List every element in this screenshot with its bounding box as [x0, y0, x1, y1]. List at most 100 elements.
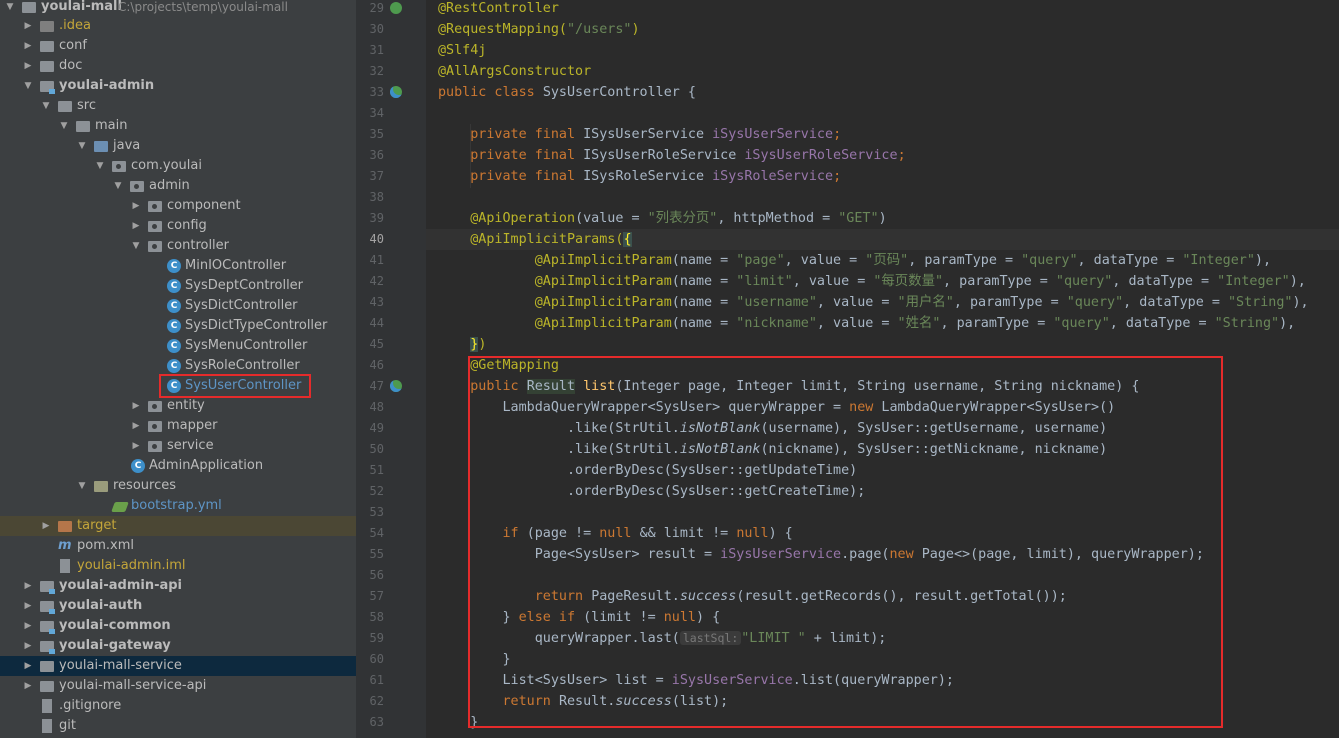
- tree-item-main[interactable]: ▼ main: [0, 116, 356, 136]
- chevron-down-icon[interactable]: ▼: [94, 156, 106, 176]
- java-class-icon: C: [167, 359, 181, 373]
- chevron-right-icon[interactable]: ▶: [22, 656, 34, 676]
- tree-item-bootstrap-yml[interactable]: bootstrap.yml: [0, 496, 356, 516]
- tree-item-mapper[interactable]: ▶ mapper: [0, 416, 356, 436]
- tree-item-label: youlai-admin: [59, 78, 155, 93]
- tree-item-git[interactable]: git: [0, 716, 356, 736]
- package-icon: [112, 161, 126, 172]
- tree-item-entity[interactable]: ▶ entity: [0, 396, 356, 416]
- line-number: 37: [369, 169, 384, 183]
- tree-item-com-youlai[interactable]: ▼ com.youlai: [0, 156, 356, 176]
- line-number: 63: [369, 715, 384, 729]
- spring-endpoint-icon[interactable]: [390, 380, 402, 392]
- tree-item-youlai-admin-api[interactable]: ▶ youlai-admin-api: [0, 576, 356, 596]
- spring-bean-icon[interactable]: [390, 2, 402, 14]
- line-number: 35: [369, 127, 384, 141]
- tree-item-java[interactable]: ▼ java: [0, 136, 356, 156]
- chevron-right-icon[interactable]: ▶: [40, 516, 52, 536]
- tree-item-minio-controller[interactable]: C MinIOController: [0, 256, 356, 276]
- tree-item-youlai-mall-service[interactable]: ▶ youlai-mall-service: [0, 656, 356, 676]
- chevron-down-icon[interactable]: ▼: [58, 116, 70, 136]
- tree-item-controller[interactable]: ▼ controller: [0, 236, 356, 256]
- package-icon: [148, 401, 162, 412]
- chevron-right-icon[interactable]: ▶: [130, 416, 142, 436]
- tree-item-label: doc: [59, 58, 83, 73]
- tree-item-youlai-common[interactable]: ▶ youlai-common: [0, 616, 356, 636]
- tree-item-pom-xml[interactable]: m pom.xml: [0, 536, 356, 556]
- tree-item-sysrole-controller[interactable]: C SysRoleController: [0, 356, 356, 376]
- chevron-down-icon[interactable]: ▼: [76, 476, 88, 496]
- line-number: 42: [369, 274, 384, 288]
- tree-item-iml[interactable]: youlai-admin.iml: [0, 556, 356, 576]
- code-line: private final ISysUserRoleService iSysUs…: [438, 148, 906, 163]
- tree-item-src[interactable]: ▼ src: [0, 96, 356, 116]
- chevron-down-icon[interactable]: ▼: [76, 136, 88, 156]
- tree-item-service[interactable]: ▶ service: [0, 436, 356, 456]
- chevron-down-icon[interactable]: ▼: [130, 236, 142, 256]
- chevron-down-icon[interactable]: ▼: [40, 96, 52, 116]
- tree-item-sysdict-controller[interactable]: C SysDictController: [0, 296, 356, 316]
- chevron-right-icon[interactable]: ▶: [130, 396, 142, 416]
- chevron-right-icon[interactable]: ▶: [22, 16, 34, 36]
- chevron-right-icon[interactable]: ▶: [130, 436, 142, 456]
- line-number: 33: [369, 85, 384, 99]
- line-number: 45: [369, 337, 384, 351]
- tree-item-label: pom.xml: [77, 538, 134, 553]
- line-number: 56: [369, 568, 384, 582]
- chevron-right-icon[interactable]: ▶: [22, 36, 34, 56]
- chevron-right-icon[interactable]: ▶: [22, 56, 34, 76]
- tree-item-sysdept-controller[interactable]: C SysDeptController: [0, 276, 356, 296]
- line-number: 54: [369, 526, 384, 540]
- tree-item-config[interactable]: ▶ config: [0, 216, 356, 236]
- tree-item-target[interactable]: ▶ target: [0, 516, 356, 536]
- tree-item-gitignore[interactable]: .gitignore: [0, 696, 356, 716]
- line-number-current: 40: [369, 232, 384, 246]
- tree-item-label: youlai-admin.iml: [77, 558, 186, 573]
- tree-item-admin[interactable]: ▼ admin: [0, 176, 356, 196]
- tree-item-conf[interactable]: ▶ conf: [0, 36, 356, 56]
- spring-boot-class-icon: C: [131, 459, 145, 473]
- module-folder-icon: [40, 581, 55, 594]
- tree-item-youlai-gateway[interactable]: ▶ youlai-gateway: [0, 636, 356, 656]
- spring-bean-icon[interactable]: [390, 86, 402, 98]
- tree-item-youlai-admin[interactable]: ▼ youlai-admin: [0, 76, 356, 96]
- chevron-right-icon[interactable]: ▶: [22, 576, 34, 596]
- code-line: private final ISysUserService iSysUserSe…: [438, 127, 842, 142]
- chevron-right-icon[interactable]: ▶: [22, 676, 34, 696]
- line-number: 61: [369, 673, 384, 687]
- tree-item-doc[interactable]: ▶ doc: [0, 56, 356, 76]
- tree-item-label: resources: [113, 478, 177, 493]
- tree-item-admin-application[interactable]: C AdminApplication: [0, 456, 356, 476]
- package-icon: [148, 201, 162, 212]
- tree-item-youlai-mall[interactable]: ▼ youlai-mall C:\projects\temp\youlai-ma…: [0, 0, 356, 17]
- package-icon: [148, 241, 162, 252]
- tree-item-resources[interactable]: ▼ resources: [0, 476, 356, 496]
- chevron-right-icon[interactable]: ▶: [130, 216, 142, 236]
- tree-item-idea[interactable]: ▶ .idea: [0, 16, 356, 36]
- tree-item-sysdicttype-controller[interactable]: C SysDictTypeController: [0, 316, 356, 336]
- tree-item-youlai-auth[interactable]: ▶ youlai-auth: [0, 596, 356, 616]
- line-number: 48: [369, 400, 384, 414]
- chevron-right-icon[interactable]: ▶: [22, 636, 34, 656]
- line-number: 31: [369, 43, 384, 57]
- package-icon: [148, 441, 162, 452]
- tree-item-component[interactable]: ▶ component: [0, 196, 356, 216]
- project-path: C:\projects\temp\youlai-mall: [118, 0, 288, 14]
- chevron-down-icon[interactable]: ▼: [112, 176, 124, 196]
- chevron-right-icon[interactable]: ▶: [130, 196, 142, 216]
- tree-item-label: target: [77, 518, 117, 533]
- line-number: 46: [369, 358, 384, 372]
- chevron-right-icon[interactable]: ▶: [22, 596, 34, 616]
- module-file-icon: [60, 559, 70, 573]
- tree-item-label: SysMenuController: [185, 338, 308, 353]
- chevron-down-icon[interactable]: ▼: [4, 0, 16, 17]
- tree-item-youlai-mall-service-api[interactable]: ▶ youlai-mall-service-api: [0, 676, 356, 696]
- java-class-icon: C: [167, 279, 181, 293]
- line-number: 50: [369, 442, 384, 456]
- tree-item-label: main: [95, 118, 128, 133]
- tree-item-sysmenu-controller[interactable]: C SysMenuController: [0, 336, 356, 356]
- yaml-file-icon: [111, 502, 129, 512]
- chevron-down-icon[interactable]: ▼: [22, 76, 34, 96]
- java-class-icon: C: [167, 299, 181, 313]
- chevron-right-icon[interactable]: ▶: [22, 616, 34, 636]
